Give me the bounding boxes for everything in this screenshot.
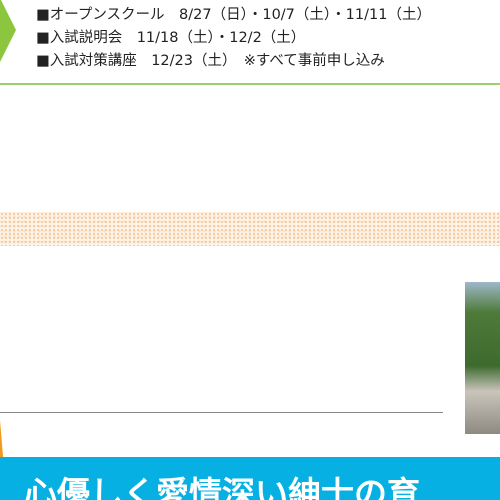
- schedule-briefing: ■入試説明会 11/18（土）・12/2（土）: [36, 30, 306, 46]
- headline-banner: 心優しく愛情深い紳士の育: [0, 457, 500, 500]
- banner-text: 心優しく愛情深い紳士の育: [24, 474, 420, 500]
- schedule-open-school: ■オープンスクール 8/27（日）・10/7（土）・11/11（土）: [36, 7, 431, 23]
- divider-gray: [0, 412, 443, 413]
- schedule-exam-course: ■入試対策講座 12/23（土） ※すべて事前申し込み: [36, 53, 385, 69]
- green-arrow-icon: [0, 0, 16, 62]
- dotted-band: [0, 212, 500, 246]
- divider-green: [0, 83, 500, 85]
- school-photo: [465, 282, 500, 434]
- event-schedule: ■オープンスクール 8/27（日）・10/7（土）・11/11（土） ■入試説明…: [36, 4, 431, 73]
